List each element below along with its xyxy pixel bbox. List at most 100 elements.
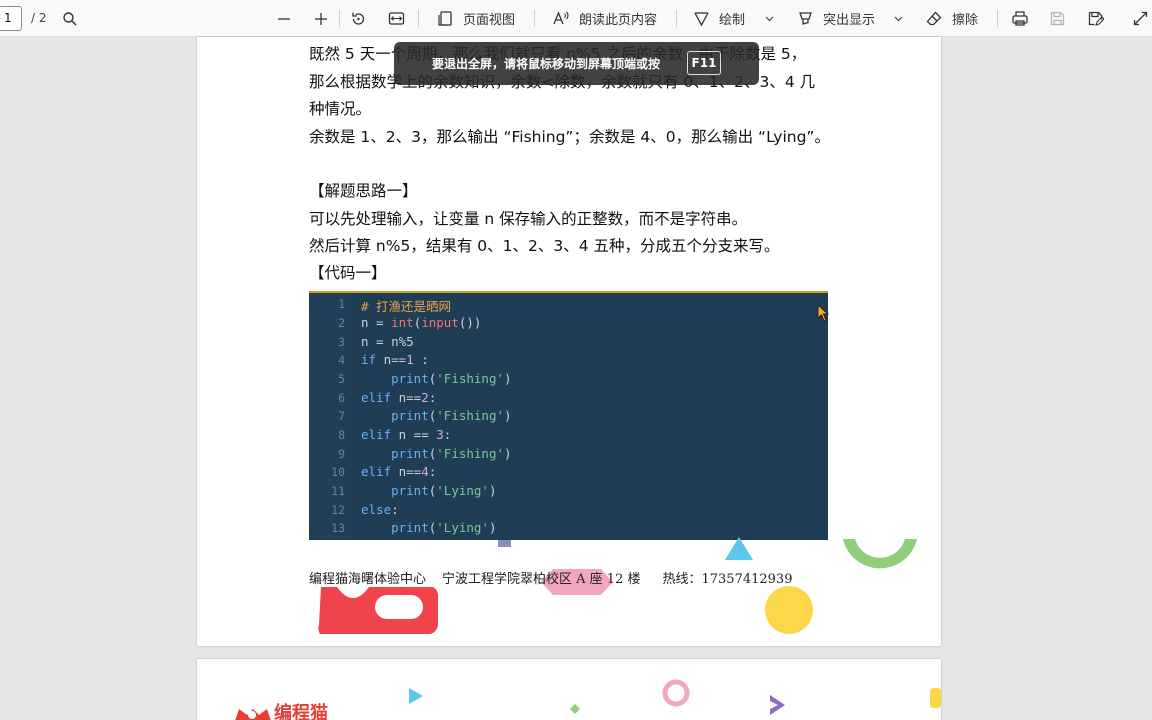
search-button[interactable] bbox=[62, 0, 78, 37]
draw-button[interactable]: 绘制 bbox=[693, 0, 745, 37]
search-icon bbox=[63, 11, 77, 26]
code-line: print('Fishing') bbox=[361, 371, 512, 386]
line-number: 8 bbox=[338, 428, 345, 442]
highlight-options-button[interactable] bbox=[893, 0, 904, 37]
code-token: n == bbox=[391, 427, 437, 442]
highlight-button[interactable]: 突出显示 bbox=[797, 0, 875, 37]
erase-button[interactable]: 擦除 bbox=[926, 0, 978, 37]
code-token: ) bbox=[504, 371, 512, 386]
code-token: ()) bbox=[458, 315, 482, 330]
read-aloud-button[interactable]: 朗读此页内容 bbox=[552, 0, 657, 37]
code-token: n== bbox=[376, 352, 407, 367]
print-button[interactable] bbox=[1011, 0, 1029, 37]
code-line: elif n==4: bbox=[361, 464, 436, 479]
decoration-play bbox=[409, 688, 423, 704]
line-number: 11 bbox=[331, 484, 345, 498]
decoration-chevron bbox=[770, 695, 785, 715]
mouse-cursor-icon bbox=[817, 304, 830, 322]
fullscreen-exit-toast: 要退出全屏，请将鼠标移动到屏幕顶端或按 F11 bbox=[394, 42, 759, 85]
brand-logo-text: 编程猫 bbox=[274, 703, 328, 720]
code-number: 1 bbox=[406, 352, 414, 367]
code-line: if n==1 : bbox=[361, 352, 429, 367]
code-number: 4 bbox=[421, 464, 429, 479]
code-token: : bbox=[443, 427, 452, 442]
toast-key-badge: F11 bbox=[687, 51, 721, 75]
code-string: 'Fishing' bbox=[436, 446, 505, 461]
printer-icon bbox=[1012, 11, 1028, 26]
toolbar-divider bbox=[339, 10, 340, 27]
line-number: 2 bbox=[338, 316, 345, 330]
code-token: : bbox=[413, 352, 429, 367]
read-aloud-icon bbox=[553, 11, 569, 25]
text-line: 可以先处理输入，让变量 n 保存输入的正整数，而不是字符串。 bbox=[309, 210, 748, 228]
code-token: n== bbox=[391, 464, 422, 479]
erase-label: 擦除 bbox=[952, 13, 979, 28]
code-line: else: bbox=[361, 502, 399, 517]
footer-address: 宁波工程学院翠柏校区 A 座 12 楼 bbox=[442, 572, 641, 587]
page-view-button[interactable]: 页面视图 bbox=[437, 0, 515, 37]
zoom-out-button[interactable] bbox=[276, 0, 292, 37]
text-line: 然后计算 n%5，结果有 0、1、2、3、4 五种，分成五个分支来写。 bbox=[309, 237, 780, 255]
toolbar-divider bbox=[676, 10, 677, 27]
page-view-icon bbox=[438, 11, 452, 26]
code-string: 'Fishing' bbox=[436, 371, 505, 386]
draw-label: 绘制 bbox=[719, 13, 746, 28]
rotate-button[interactable] bbox=[350, 0, 367, 37]
zoom-in-button[interactable] bbox=[313, 0, 329, 37]
code-token: n = bbox=[361, 315, 392, 330]
draw-options-button[interactable] bbox=[764, 0, 775, 37]
code-function: print bbox=[391, 483, 429, 498]
code-line: elif n == 3: bbox=[361, 427, 451, 442]
code-function: int bbox=[391, 315, 414, 330]
code-keyword: if bbox=[361, 352, 377, 367]
code-line: print('Fishing') bbox=[361, 408, 512, 423]
decoration-diamond bbox=[570, 704, 580, 714]
page-view-label: 页面视图 bbox=[463, 13, 516, 28]
code-token: ) bbox=[504, 408, 512, 423]
code-token: ) bbox=[488, 483, 497, 498]
minus-icon bbox=[278, 17, 290, 20]
decoration-square bbox=[498, 540, 511, 547]
code-keyword: elif bbox=[361, 390, 392, 405]
save-as-button[interactable] bbox=[1087, 0, 1104, 37]
decoration-block bbox=[930, 688, 941, 708]
section-heading: 【代码一】 bbox=[309, 264, 387, 282]
pdf-page-1: 既然 5 天一个周期，那么我们就只看 n%5 之后的余数，由于除数是 5， 那么… bbox=[197, 37, 941, 646]
code-token: : bbox=[428, 390, 437, 405]
expand-button[interactable] bbox=[1132, 0, 1149, 37]
pdf-toolbar: 1 / 2 页面视图 朗读此页内容 绘制 突出显示 擦除 bbox=[0, 0, 1152, 37]
rotate-icon bbox=[352, 12, 365, 25]
page-total: / 2 bbox=[31, 11, 47, 25]
line-number: 3 bbox=[338, 335, 345, 349]
code-keyword: elif bbox=[361, 427, 392, 442]
save-button[interactable] bbox=[1049, 0, 1066, 37]
expand-icon bbox=[1133, 11, 1148, 26]
page-number-input[interactable]: 1 bbox=[0, 6, 22, 31]
code-token: ) bbox=[504, 446, 512, 461]
line-number: 9 bbox=[338, 447, 345, 461]
code-token: : bbox=[391, 502, 399, 517]
code-line: print('Fishing') bbox=[361, 446, 512, 461]
code-function: print bbox=[391, 371, 429, 386]
code-line: n = int(input()) bbox=[361, 315, 481, 330]
text-line: 余数是 1、2、3，那么输出 “Fishing”；余数是 4、0，那么输出 “L… bbox=[309, 128, 830, 146]
code-number: 3 bbox=[436, 427, 444, 442]
highlighter-icon bbox=[799, 12, 812, 25]
decoration-pill bbox=[375, 595, 423, 619]
code-token: : bbox=[428, 464, 437, 479]
toolbar-divider bbox=[534, 10, 535, 27]
fit-width-button[interactable] bbox=[388, 0, 405, 37]
code-string: 'Lying' bbox=[436, 483, 489, 498]
toast-message: 要退出全屏，请将鼠标移动到屏幕顶端或按 bbox=[432, 57, 661, 71]
read-aloud-label: 朗读此页内容 bbox=[579, 13, 658, 28]
chevron-down-icon bbox=[765, 16, 774, 22]
save-icon bbox=[1050, 11, 1065, 26]
footer-center: 编程猫海曙体验中心 bbox=[309, 572, 427, 587]
decoration-ring bbox=[662, 679, 690, 707]
decoration-circle bbox=[765, 586, 813, 634]
eraser-icon bbox=[926, 11, 942, 26]
save-as-icon bbox=[1088, 11, 1104, 26]
fit-width-icon bbox=[388, 12, 405, 25]
